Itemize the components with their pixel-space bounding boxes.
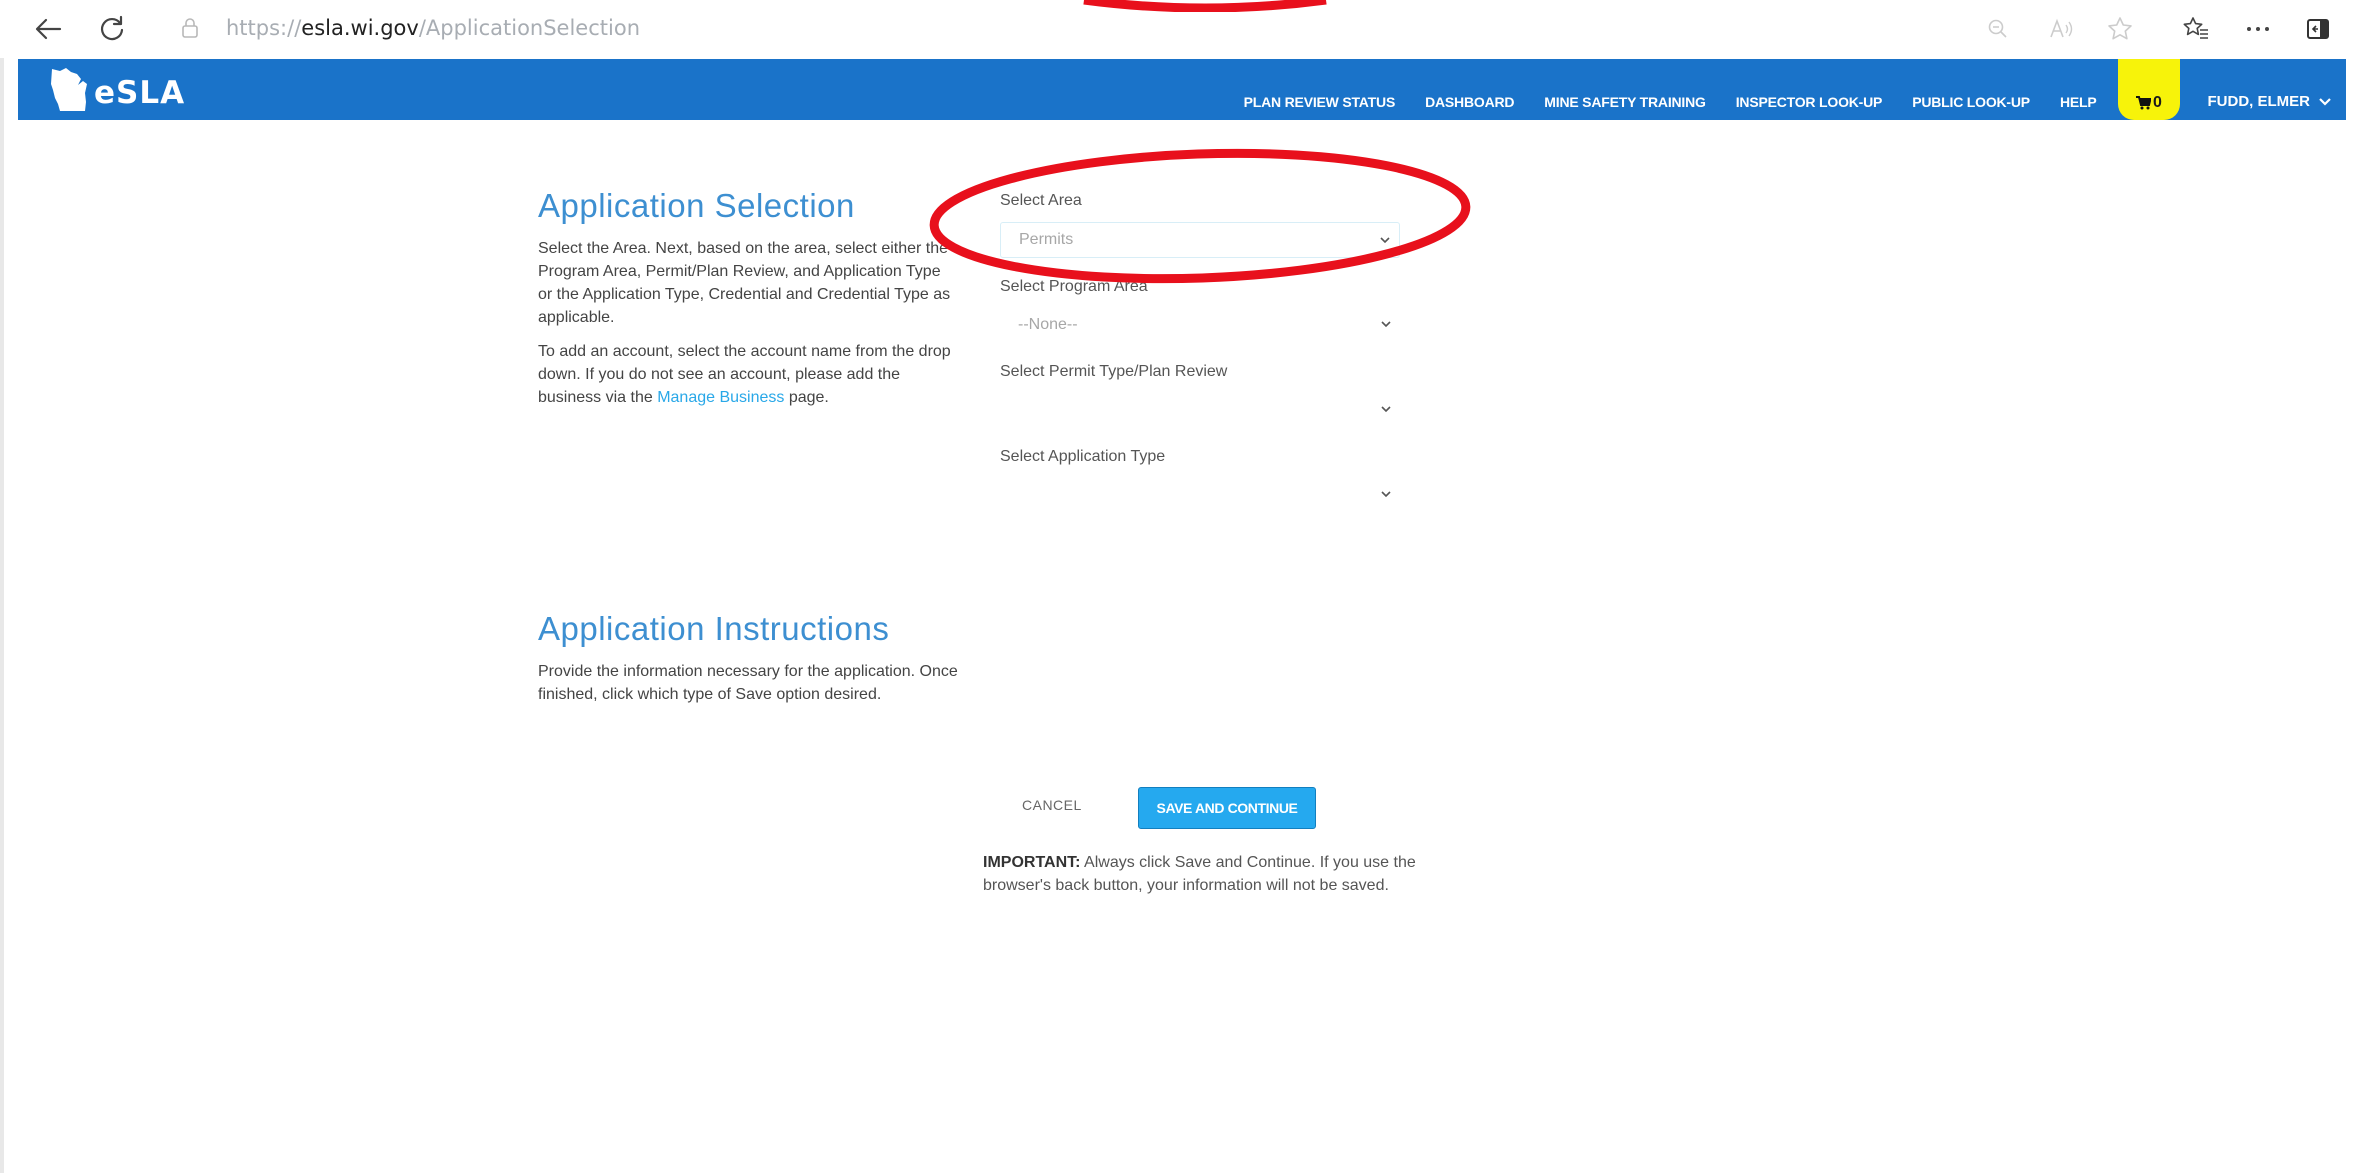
cart-icon xyxy=(2136,96,2152,110)
select-area-value: Permits xyxy=(1019,231,1074,248)
nav-dashboard[interactable]: DASHBOARD xyxy=(1410,94,1529,120)
selection-paragraph-2: To add an account, select the account na… xyxy=(538,340,958,409)
favorite-star-icon[interactable] xyxy=(2107,14,2133,44)
select-permit-type-label: Select Permit Type/Plan Review xyxy=(1000,363,1228,380)
select-application-type-label: Select Application Type xyxy=(1000,448,1166,465)
application-instructions-title: Application Instructions xyxy=(538,610,890,647)
select-program-area-label: Select Program Area xyxy=(1000,278,1148,295)
esla-logo[interactable]: eSLA xyxy=(46,63,185,115)
user-name: FUDD, ELMER xyxy=(2207,93,2311,110)
manage-business-link[interactable]: Manage Business xyxy=(657,389,784,406)
paragraph-2-suffix: page. xyxy=(784,389,829,406)
select-permit-type-dropdown[interactable] xyxy=(1000,392,1400,428)
lock-icon[interactable] xyxy=(180,16,200,45)
favorites-list-icon[interactable] xyxy=(2182,14,2210,44)
select-program-area-dropdown[interactable]: --None-- xyxy=(1000,307,1400,343)
url-protocol: https:// xyxy=(226,16,302,40)
refresh-icon[interactable] xyxy=(98,14,126,44)
important-note: IMPORTANT: Always click Save and Continu… xyxy=(983,851,1483,897)
nav-plan-review-status[interactable]: PLAN REVIEW STATUS xyxy=(1229,94,1410,120)
user-menu[interactable]: FUDD, ELMER xyxy=(2194,93,2347,120)
more-menu-icon[interactable] xyxy=(2246,14,2270,44)
chevron-down-icon xyxy=(1381,406,1391,413)
application-selection-title: Application Selection xyxy=(538,187,855,224)
sidebar-toggle-icon[interactable] xyxy=(2306,14,2330,44)
nav-inspector-look-up[interactable]: INSPECTOR LOOK-UP xyxy=(1721,94,1897,120)
red-highlight-ellipse xyxy=(929,148,1471,284)
back-arrow-icon[interactable] xyxy=(34,14,62,44)
select-application-type-dropdown[interactable] xyxy=(1000,477,1400,513)
chevron-down-icon xyxy=(2319,97,2331,106)
cart-button[interactable]: 0 xyxy=(2117,59,2180,120)
address-bar[interactable]: https://esla.wi.gov/ApplicationSelection xyxy=(226,16,640,40)
main-nav: PLAN REVIEW STATUS DASHBOARD MINE SAFETY… xyxy=(1229,59,2346,120)
nav-public-look-up[interactable]: PUBLIC LOOK-UP xyxy=(1897,94,2045,120)
cart-count: 0 xyxy=(2153,94,2162,111)
wisconsin-map-icon xyxy=(51,68,87,111)
chevron-down-icon xyxy=(1381,491,1391,498)
instructions-text: Provide the information necessary for th… xyxy=(538,663,958,703)
nav-mine-safety-training[interactable]: MINE SAFETY TRAINING xyxy=(1529,94,1720,120)
url-host: esla.wi.gov xyxy=(301,16,419,40)
zoom-icon[interactable] xyxy=(1987,14,2009,44)
important-label: IMPORTANT: xyxy=(983,854,1081,871)
selection-description: Select the Area. Next, based on the area… xyxy=(538,237,958,409)
cancel-button[interactable]: CANCEL xyxy=(1022,797,1082,813)
selection-paragraph-1: Select the Area. Next, based on the area… xyxy=(538,240,951,326)
red-highlight-ellipse-top xyxy=(1083,0,1327,12)
window-edge xyxy=(0,58,4,1173)
select-area-dropdown[interactable]: Permits xyxy=(1000,222,1400,258)
logo-text: eSLA xyxy=(94,75,186,111)
chevron-down-icon xyxy=(1380,237,1390,244)
save-and-continue-button[interactable]: SAVE AND CONTINUE xyxy=(1138,787,1316,829)
nav-help[interactable]: HELP xyxy=(2045,94,2112,120)
app-header: eSLA PLAN REVIEW STATUS DASHBOARD MINE S… xyxy=(18,59,2346,120)
read-aloud-icon[interactable] xyxy=(2048,14,2074,44)
url-path: /ApplicationSelection xyxy=(418,16,640,40)
select-area-label: Select Area xyxy=(1000,192,1082,209)
chevron-down-icon xyxy=(1381,321,1391,328)
select-program-area-value: --None-- xyxy=(1018,316,1078,333)
